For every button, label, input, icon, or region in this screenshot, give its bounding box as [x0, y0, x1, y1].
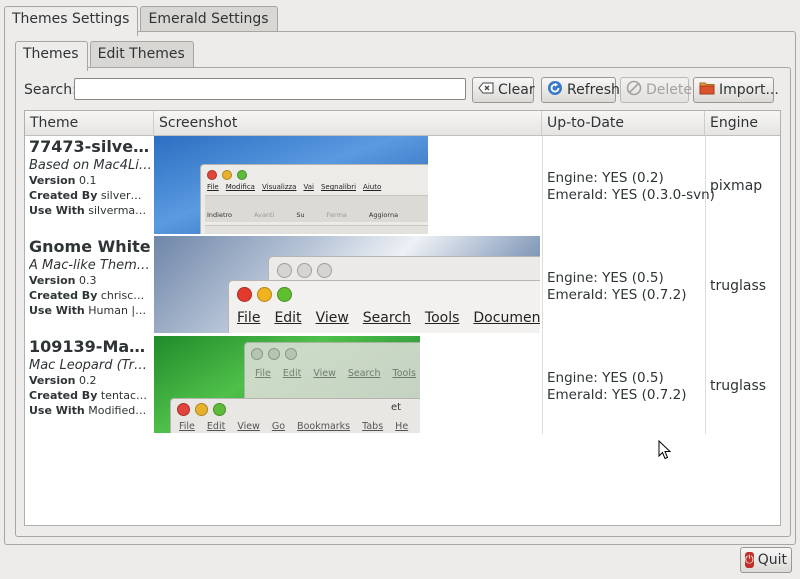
delete-icon — [626, 80, 642, 100]
theme-screenshot: File Edit View Search Tools Document — [154, 236, 540, 333]
tab-themes-settings[interactable]: Themes Settings — [4, 6, 139, 36]
tab-emerald-settings[interactable]: Emerald Settings — [140, 6, 278, 33]
up-to-date-status: Engine: YES (0.2) Emerald: YES (0.3.0-sv… — [547, 170, 715, 203]
theme-title: Gnome White — [29, 237, 151, 256]
quit-button[interactable]: ⏻ Quit — [740, 547, 792, 573]
theme-created-by: Created By tentac… — [29, 389, 148, 402]
up-to-date-status: Engine: YES (0.5) Emerald: YES (0.7.2) — [547, 270, 687, 303]
theme-engine: truglass — [710, 278, 767, 294]
clear-label: Clear — [498, 82, 535, 98]
delete-label: Delete — [646, 82, 692, 98]
theme-version: Version 0.3 — [29, 274, 97, 287]
column-header-theme[interactable]: Theme — [25, 111, 154, 135]
column-header-up-to-date[interactable]: Up-to-Date — [542, 111, 705, 135]
tab-edit-themes[interactable]: Edit Themes — [89, 41, 194, 68]
clear-button[interactable]: Clear — [472, 77, 535, 103]
theme-created-by: Created By chrisc… — [29, 289, 145, 302]
theme-description: Based on Mac4Li… — [29, 158, 151, 173]
quit-label: Quit — [757, 552, 787, 568]
search-label: Search: — [24, 82, 77, 98]
theme-screenshot: File Modifica Visualizza Vai Segnalibri Aiuto… — [154, 136, 428, 234]
column-header-engine[interactable]: Engine — [705, 111, 780, 135]
power-icon: ⏻ — [745, 552, 754, 568]
theme-version: Version 0.2 — [29, 374, 97, 387]
refresh-label: Refresh — [567, 82, 620, 98]
table-header: Theme Screenshot Up-to-Date Engine — [25, 111, 780, 136]
theme-engine: truglass — [710, 378, 767, 394]
table-row[interactable]: Gnome White A Mac-like Them… Version 0.3… — [25, 236, 780, 335]
import-icon — [699, 81, 715, 99]
refresh-button[interactable]: Refresh — [541, 77, 620, 103]
theme-title: 109139-Ma… — [29, 337, 146, 356]
theme-version: Version 0.1 — [29, 174, 97, 187]
tab-themes[interactable]: Themes — [15, 41, 88, 71]
clear-icon — [478, 82, 494, 98]
theme-description: Mac Leopard (Tr… — [29, 358, 147, 373]
import-label: Import... — [719, 82, 779, 98]
theme-engine: pixmap — [710, 178, 763, 194]
refresh-icon — [547, 80, 563, 100]
theme-title: 77473-silve… — [29, 137, 150, 156]
delete-button[interactable]: Delete — [620, 77, 692, 103]
table-row[interactable]: 109139-Ma… Mac Leopard (Tr… Version 0.2 … — [25, 336, 780, 435]
column-header-screenshot[interactable]: Screenshot — [154, 111, 542, 135]
inner-tabbar: Themes Edit Themes — [15, 41, 196, 71]
top-tabbar: Themes Settings Emerald Settings — [4, 6, 280, 36]
theme-created-by: Created By silver… — [29, 189, 142, 202]
theme-use-with: Use With Modified… — [29, 404, 147, 417]
theme-use-with: Use With Human |… — [29, 304, 147, 317]
up-to-date-status: Engine: YES (0.5) Emerald: YES (0.7.2) — [547, 370, 687, 403]
theme-use-with: Use With silverma… — [29, 204, 147, 217]
table-row[interactable]: 77473-silve… Based on Mac4Li… Version 0.… — [25, 136, 780, 235]
theme-description: A Mac-like Them… — [29, 258, 150, 273]
theme-screenshot: File Edit View Search Tools et File Edit View G… — [154, 336, 420, 433]
search-input[interactable] — [74, 78, 466, 100]
mouse-cursor-icon — [658, 439, 672, 464]
import-button[interactable]: Import... — [693, 77, 779, 103]
